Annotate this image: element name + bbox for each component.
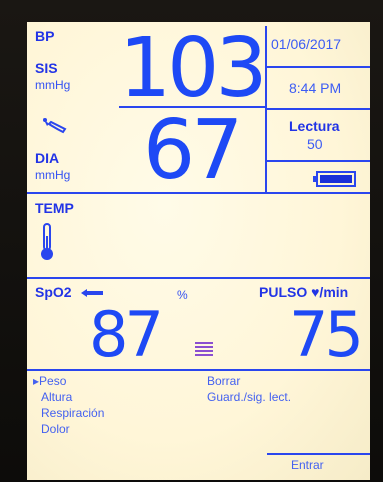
divider-reading (267, 160, 370, 162)
spo2-label: SpO2 (35, 284, 72, 300)
dia-value: 67 (143, 103, 243, 198)
signal-icon (79, 286, 105, 298)
divider-vertical (265, 26, 267, 194)
reading-label: Lectura (289, 118, 340, 134)
menu-item-borrar[interactable]: Borrar (207, 374, 240, 388)
menu-item-peso[interactable]: ▸Peso (33, 374, 66, 388)
battery-icon (313, 170, 357, 188)
sys-unit: mmHg (35, 78, 71, 92)
thermometer-icon (39, 222, 55, 262)
sys-label: SIS (35, 60, 58, 76)
enter-button[interactable]: Entrar (291, 458, 324, 472)
menu-item-respiracion[interactable]: Respiración (41, 406, 104, 420)
divider-enter (267, 453, 370, 455)
signal-strength-bars-icon (195, 338, 215, 358)
time-display: 8:44 PM (289, 80, 342, 96)
divider-date (267, 66, 370, 68)
dia-label: DIA (35, 150, 60, 166)
bp-label: BP (35, 28, 55, 44)
cuff-icon (39, 114, 69, 138)
monitor-screen: BP SIS mmHg 103 67 DIA mmHg 01/06/2017 8… (27, 22, 370, 480)
divider-temp-bottom (27, 277, 370, 279)
pulse-value: 75 (289, 298, 364, 371)
reading-value: 50 (307, 136, 323, 152)
date-display: 01/06/2017 (271, 36, 342, 52)
divider-time (267, 108, 370, 110)
menu-item-guardar[interactable]: Guard./sig. lect. (207, 390, 291, 404)
temp-label: TEMP (35, 200, 74, 216)
menu-item-altura[interactable]: Altura (41, 390, 72, 404)
monitor-device: BP SIS mmHg 103 67 DIA mmHg 01/06/2017 8… (0, 0, 383, 482)
dia-unit: mmHg (35, 168, 71, 182)
spo2-value: 87 (89, 298, 164, 371)
sys-value: 103 (119, 22, 268, 116)
menu-item-dolor[interactable]: Dolor (41, 422, 70, 436)
spo2-unit: % (177, 288, 188, 302)
